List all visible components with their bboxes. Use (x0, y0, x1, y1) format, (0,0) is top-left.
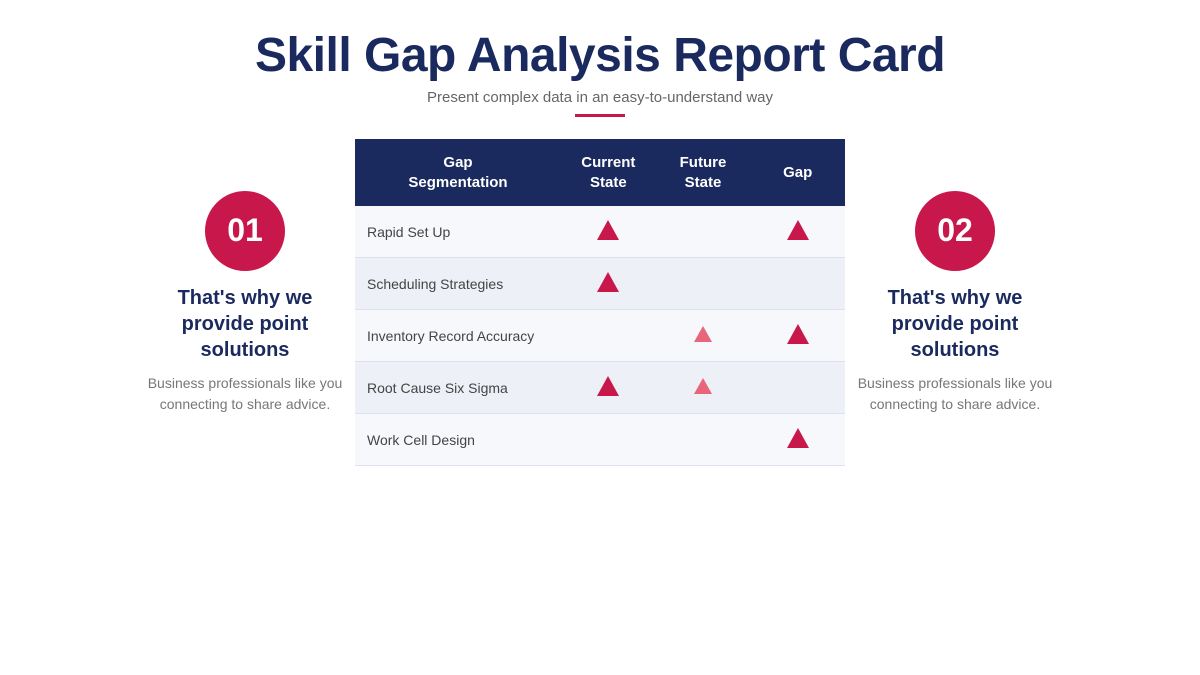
row-future (656, 362, 751, 414)
table-row: Work Cell Design (355, 414, 845, 466)
table-row: Scheduling Strategies (355, 258, 845, 310)
right-panel: 02 That's why we provide point solutions… (845, 191, 1065, 415)
row-future (656, 206, 751, 258)
triangle-gap (787, 324, 809, 344)
triangle-gap (787, 428, 809, 448)
col-header-gap: Gap (750, 139, 845, 206)
row-gap (750, 206, 845, 258)
triangle-future (694, 326, 712, 342)
triangle-gap (787, 220, 809, 240)
row-future (656, 414, 751, 466)
left-text: Business professionals like you connecti… (145, 373, 345, 415)
triangle-current (597, 220, 619, 240)
row-gap (750, 258, 845, 310)
table-row: Root Cause Six Sigma (355, 362, 845, 414)
gap-table: GapSegmentation CurrentState FutureState… (355, 139, 845, 466)
left-badge: 01 (205, 191, 285, 271)
row-current (561, 414, 656, 466)
row-current (561, 258, 656, 310)
row-gap (750, 362, 845, 414)
triangle-current (597, 376, 619, 396)
row-gap (750, 310, 845, 362)
row-label: Work Cell Design (355, 414, 561, 466)
left-panel: 01 That's why we provide point solutions… (135, 191, 355, 415)
row-future (656, 310, 751, 362)
gap-table-wrapper: GapSegmentation CurrentState FutureState… (355, 139, 845, 466)
table-body: Rapid Set UpScheduling StrategiesInvento… (355, 206, 845, 466)
table-row: Inventory Record Accuracy (355, 310, 845, 362)
row-label: Rapid Set Up (355, 206, 561, 258)
table-row: Rapid Set Up (355, 206, 845, 258)
left-heading: That's why we provide point solutions (145, 285, 345, 363)
right-badge: 02 (915, 191, 995, 271)
row-future (656, 258, 751, 310)
row-current (561, 310, 656, 362)
right-text: Business professionals like you connecti… (855, 373, 1055, 415)
row-label: Scheduling Strategies (355, 258, 561, 310)
triangle-future (694, 378, 712, 394)
subtitle-divider (575, 114, 625, 117)
triangle-current (597, 272, 619, 292)
page-title: Skill Gap Analysis Report Card (255, 28, 945, 83)
row-label: Root Cause Six Sigma (355, 362, 561, 414)
row-gap (750, 414, 845, 466)
main-content: 01 That's why we provide point solutions… (0, 139, 1200, 466)
col-header-future: FutureState (656, 139, 751, 206)
row-label: Inventory Record Accuracy (355, 310, 561, 362)
row-current (561, 206, 656, 258)
row-current (561, 362, 656, 414)
right-heading: That's why we provide point solutions (855, 285, 1055, 363)
page-subtitle: Present complex data in an easy-to-under… (427, 89, 773, 106)
col-header-segmentation: GapSegmentation (355, 139, 561, 206)
table-header-row: GapSegmentation CurrentState FutureState… (355, 139, 845, 206)
col-header-current: CurrentState (561, 139, 656, 206)
